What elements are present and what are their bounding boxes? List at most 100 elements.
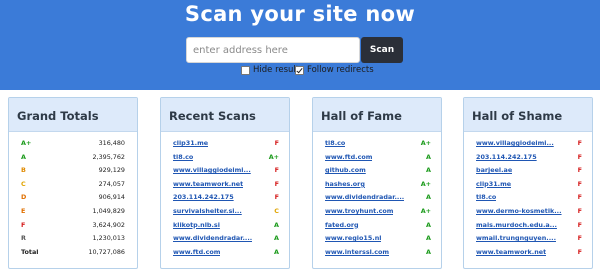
site-link[interactable]: www.dividendradar.... — [325, 193, 404, 201]
site-link[interactable]: wmail.trungnguyen.... — [476, 234, 556, 242]
recent-scan-row: www.ftd.com A — [161, 247, 289, 261]
hall-of-fame-row: www.troyhunt.com A+ — [313, 206, 441, 220]
hall-of-shame-title: Hall of Shame — [472, 109, 563, 123]
grade-label: A+ — [21, 139, 32, 147]
site-link[interactable]: clip31.me — [476, 180, 511, 188]
hall-of-shame-row: www.dermo-kosmetik... F — [464, 206, 592, 220]
hall-of-fame-card: Hall of Fame tl8.co A+ www.ftd.com Agithub.… — [312, 97, 442, 269]
hall-of-fame-row: fated.org A — [313, 220, 441, 234]
grade-badge: F — [577, 139, 582, 147]
address-input[interactable] — [186, 37, 360, 63]
site-link[interactable]: www.regio15.nl — [325, 234, 381, 242]
site-link[interactable]: tl8.co — [325, 139, 345, 147]
site-link[interactable]: hashes.org — [325, 180, 365, 188]
grade-badge: F — [577, 220, 582, 229]
grade-badge: F — [577, 179, 582, 188]
recent-scan-row: www.villaggiodeimi... F — [161, 165, 289, 179]
grade-total-row: C 274,057 — [9, 179, 137, 193]
recent-scans-list: clip31.me Ftl8.co A+ www.villaggiodeimi... F… — [161, 138, 289, 260]
site-link[interactable]: tl8.co — [173, 153, 193, 161]
total-count: 10,727,086 — [88, 247, 125, 256]
site-link[interactable]: www.teamwork.net — [476, 248, 546, 256]
hall-of-shame-row: wmail.trungnguyen.... F — [464, 233, 592, 247]
recent-scans-header: Recent Scans — [161, 98, 289, 132]
grade-count: 906,914 — [98, 193, 125, 202]
grade-label: A — [21, 152, 26, 161]
site-link[interactable]: www.interssl.com — [325, 248, 389, 256]
hall-of-fame-row: www.ftd.com A — [313, 152, 441, 166]
site-link[interactable]: www.villaggiodeimi... — [476, 139, 554, 147]
grade-label: C — [21, 179, 26, 188]
grade-count: 1,049,829 — [92, 206, 125, 215]
site-link[interactable]: 203.114.242.175 — [476, 153, 537, 161]
grand-total-row: Total 10,727,086 — [9, 247, 137, 261]
scan-button[interactable]: Scan — [361, 37, 403, 63]
site-link[interactable]: 203.114.242.175 — [173, 193, 234, 201]
hall-of-fame-row: github.com A — [313, 165, 441, 179]
hall-of-shame-row: mais.murdoch.edu.a... F — [464, 220, 592, 234]
grade-count: 1,230,013 — [92, 234, 125, 243]
grade-count: 2,395,762 — [92, 152, 125, 161]
hall-of-shame-row: tl8.co F — [464, 192, 592, 206]
grade-count: 316,480 — [98, 139, 125, 147]
grade-badge: F — [577, 206, 582, 215]
hall-of-shame-row: clip31.me F — [464, 179, 592, 193]
hall-of-fame-row: www.interssl.com A — [313, 247, 441, 261]
site-link[interactable]: barjeel.ae — [476, 166, 512, 174]
site-link[interactable]: mais.murdoch.edu.a... — [476, 221, 557, 229]
site-link[interactable]: www.villaggiodeimi... — [173, 166, 251, 174]
hall-of-fame-row: hashes.org A+ — [313, 179, 441, 193]
grade-badge: F — [577, 247, 582, 256]
recent-scan-row: tl8.co A+ — [161, 152, 289, 166]
grade-badge: F — [274, 166, 279, 175]
site-link[interactable]: clip31.me — [173, 139, 208, 147]
recent-scan-row: clip31.me F — [161, 138, 289, 152]
grade-label: D — [21, 193, 27, 202]
site-link[interactable]: www.ftd.com — [325, 153, 372, 161]
grade-badge: A+ — [268, 152, 279, 161]
hall-of-fame-row: www.regio15.nl A — [313, 233, 441, 247]
follow-redirects-checkbox[interactable] — [295, 66, 304, 75]
grade-badge: A — [274, 247, 279, 256]
hide-results-checkbox[interactable] — [241, 66, 250, 75]
grand-totals-list: A+ 316,480 A 2,395,762 B 929,129 C 274,057 D 906,… — [9, 138, 137, 260]
grade-badge: A+ — [420, 179, 431, 188]
grade-badge: F — [274, 193, 279, 202]
grade-label: E — [21, 206, 26, 215]
grade-total-row: A+ 316,480 — [9, 138, 137, 152]
grand-totals-title: Grand Totals — [17, 109, 99, 123]
hall-of-shame-header: Hall of Shame — [464, 98, 592, 132]
grade-badge: A+ — [420, 139, 431, 147]
recent-scan-row: www.dividendradar.... A — [161, 233, 289, 247]
site-link[interactable]: www.ftd.com — [173, 248, 220, 256]
site-link[interactable]: www.dividendradar.... — [173, 234, 252, 242]
grade-count: 274,057 — [98, 179, 125, 188]
site-link[interactable]: www.dermo-kosmetik... — [476, 207, 562, 215]
site-link[interactable]: fated.org — [325, 221, 359, 229]
grade-badge: A+ — [420, 206, 431, 215]
grade-badge: F — [274, 179, 279, 188]
hall-of-shame-row: 203.114.242.175 F — [464, 152, 592, 166]
grade-count: 3,624,902 — [92, 220, 125, 229]
grand-totals-header: Grand Totals — [9, 98, 137, 132]
site-link[interactable]: github.com — [325, 166, 366, 174]
follow-redirects-label: Follow redirects — [307, 65, 374, 75]
grade-label: R — [21, 234, 26, 243]
site-link[interactable]: www.troyhunt.com — [325, 207, 393, 215]
site-link[interactable]: klikotp.nlb.si — [173, 221, 220, 229]
site-link[interactable]: www.teamwork.net — [173, 180, 243, 188]
site-link[interactable]: tl8.co — [476, 193, 496, 201]
site-link[interactable]: survivalshelter.si... — [173, 207, 242, 215]
hall-of-shame-row: barjeel.ae F — [464, 165, 592, 179]
total-label: Total — [21, 247, 39, 256]
grade-badge: F — [577, 152, 582, 161]
grade-badge: A — [274, 220, 279, 229]
grade-count: 929,129 — [98, 166, 125, 175]
recent-scans-title: Recent Scans — [169, 109, 256, 123]
hall-of-shame-row: www.teamwork.net F — [464, 247, 592, 261]
hall-of-fame-row: tl8.co A+ — [313, 138, 441, 152]
recent-scan-row: www.teamwork.net F — [161, 179, 289, 193]
grade-badge: F — [274, 139, 279, 147]
grade-badge: A — [426, 193, 431, 202]
hall-of-fame-title: Hall of Fame — [321, 109, 402, 123]
